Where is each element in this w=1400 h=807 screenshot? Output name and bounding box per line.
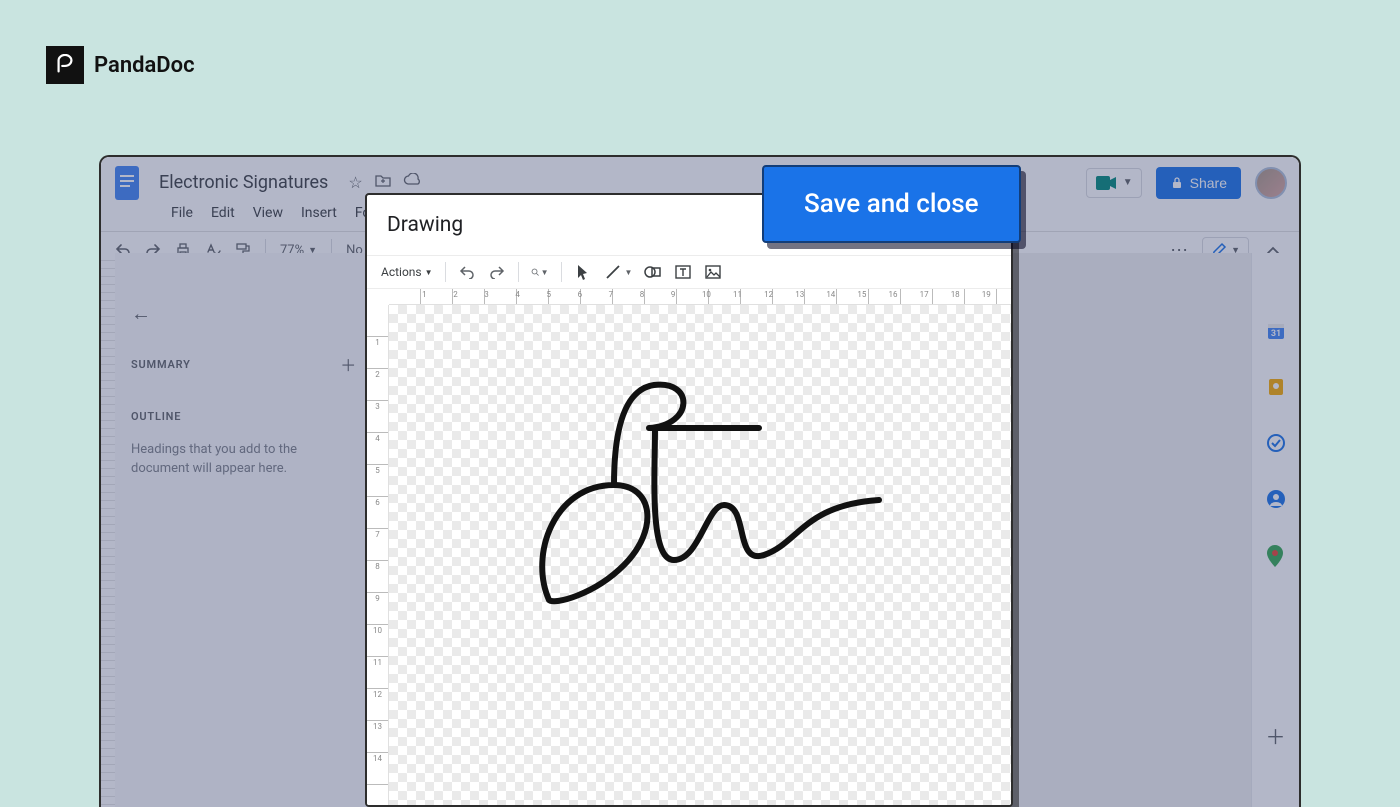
share-button-label: Share <box>1190 175 1227 191</box>
calendar-icon[interactable]: 31 <box>1266 321 1286 341</box>
drawing-redo-icon[interactable] <box>488 263 506 281</box>
document-title[interactable]: Electronic Signatures <box>153 170 334 195</box>
save-and-close-callout[interactable]: Save and close <box>762 165 1021 243</box>
maps-icon[interactable] <box>1266 545 1286 565</box>
drawing-horizontal-ruler: 12345678910111213141516171819 <box>389 289 1011 305</box>
summary-label: SUMMARY <box>131 358 191 371</box>
side-panel-rail: 31 ＋ <box>1251 253 1299 807</box>
svg-text:31: 31 <box>1270 329 1280 339</box>
textbox-tool-icon[interactable] <box>674 263 692 281</box>
outline-label: OUTLINE <box>131 410 357 423</box>
add-addon-icon[interactable]: ＋ <box>1266 727 1286 747</box>
menu-insert[interactable]: Insert <box>293 201 345 225</box>
tasks-icon[interactable] <box>1266 433 1286 453</box>
app-frame: Electronic Signatures ☆ <box>99 155 1301 807</box>
select-tool-icon[interactable] <box>574 263 592 281</box>
menu-file[interactable]: File <box>163 201 201 225</box>
signature-scribble <box>499 355 889 615</box>
image-tool-icon[interactable] <box>704 263 722 281</box>
chevron-down-icon: ▼ <box>625 268 633 277</box>
contacts-icon[interactable] <box>1266 489 1286 509</box>
drawing-undo-icon[interactable] <box>458 263 476 281</box>
drawing-vertical-ruler: 1234567891011121314 <box>367 305 389 805</box>
pandadoc-wordmark: PandaDoc <box>94 53 195 78</box>
keep-icon[interactable] <box>1266 377 1286 397</box>
back-arrow-icon[interactable]: ← <box>131 301 357 326</box>
share-button[interactable]: Share <box>1156 167 1241 199</box>
docs-app-icon[interactable] <box>109 161 145 205</box>
drawing-canvas[interactable] <box>389 305 1011 805</box>
lock-icon <box>1170 176 1184 190</box>
drawing-modal: Drawing Actions ▼ ▼ <box>365 193 1013 807</box>
menu-edit[interactable]: Edit <box>203 201 243 225</box>
account-avatar[interactable] <box>1255 167 1287 199</box>
document-vertical-ruler <box>101 253 115 807</box>
menu-view[interactable]: View <box>245 201 291 225</box>
pandadoc-logo: PandaDoc <box>46 46 195 84</box>
chevron-down-icon: ▼ <box>1123 177 1133 188</box>
drawing-toolbar: Actions ▼ ▼ ▼ <box>367 255 1011 289</box>
meet-icon <box>1095 175 1117 191</box>
chevron-down-icon: ▼ <box>541 268 549 277</box>
shape-tool-icon[interactable] <box>644 263 662 281</box>
cloud-status-icon[interactable] <box>403 173 421 192</box>
outline-placeholder: Headings that you add to the document wi… <box>131 441 357 479</box>
drawing-zoom-icon[interactable]: ▼ <box>531 263 549 281</box>
drawing-actions-menu[interactable]: Actions ▼ <box>381 265 433 279</box>
line-tool-icon[interactable] <box>604 263 622 281</box>
present-meet-button[interactable]: ▼ <box>1086 168 1142 198</box>
star-icon[interactable]: ☆ <box>348 173 362 192</box>
chevron-down-icon: ▼ <box>425 268 433 277</box>
outline-pane: ← SUMMARY ＋ OUTLINE Headings that you ad… <box>101 253 379 807</box>
move-folder-icon[interactable] <box>375 173 391 192</box>
pandadoc-mark-icon <box>46 46 84 84</box>
save-and-close-label: Save and close <box>804 189 979 219</box>
add-summary-icon[interactable]: ＋ <box>340 352 357 376</box>
drawing-actions-label: Actions <box>381 265 422 279</box>
